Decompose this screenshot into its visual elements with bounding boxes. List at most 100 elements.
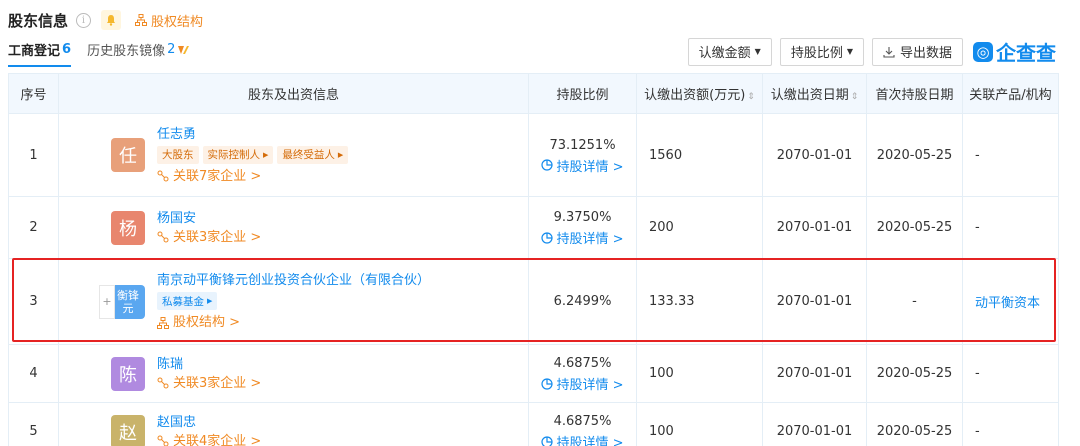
holder-cell: + 衡锋元 南京动平衡锋元创业投资合伙企业（有限合伙） 私募基金 ▶ 股权结构 > <box>58 258 529 345</box>
related-label: 关联4家企业 > <box>173 433 262 446</box>
ratio-cell: 4.6875% 持股详情 > <box>528 344 637 403</box>
avatar-text: 衡锋元 <box>117 288 139 315</box>
row-index: 5 <box>8 402 59 446</box>
amount-cell: 100 <box>636 344 763 403</box>
col-sub-date-label: 认缴出资日期 <box>770 88 849 103</box>
holding-detail-link[interactable]: 持股详情 > <box>529 156 636 175</box>
tag-label: 大股东 <box>162 149 194 161</box>
tab-registration-count: 6 <box>62 42 72 57</box>
related-label: 关联3家企业 > <box>173 229 262 245</box>
col-product: 关联产品/机构 <box>962 73 1059 114</box>
logo-text: 企查查 <box>996 41 1056 65</box>
first-date-cell: - <box>866 258 963 345</box>
expand-button[interactable]: + <box>99 284 115 319</box>
holder-name-link[interactable]: 杨国安 <box>157 209 261 228</box>
holder-name-link[interactable]: 赵国忠 <box>157 413 261 432</box>
equity-structure-label: 股权结构 <box>151 14 204 30</box>
caret-down-icon: ▼ <box>754 47 761 56</box>
first-date-cell: 2020-05-25 <box>866 113 963 197</box>
ratio-sort-button[interactable]: 持股比例 ▼ <box>779 37 864 66</box>
row-index: 1 <box>8 113 59 197</box>
link-icon <box>157 231 169 243</box>
tab-registration-label: 工商登记 <box>8 44 61 59</box>
related-companies-link[interactable]: 关联3家企业 > <box>157 374 261 393</box>
bell-icon[interactable] <box>101 10 122 30</box>
ratio-sort-label: 持股比例 <box>790 46 843 61</box>
row-index: 3 <box>8 258 59 345</box>
holder-name-link[interactable]: 任志勇 <box>157 125 352 144</box>
product-cell: - <box>962 196 1059 259</box>
section-title: 股东信息 <box>8 11 69 30</box>
holder-cell: 赵 赵国忠 关联4家企业 > <box>58 402 529 446</box>
tab-registration[interactable]: 工商登记 6 <box>8 40 72 67</box>
tab-bar: 工商登记 6 历史股东镜像 2 <box>8 40 205 68</box>
sub-date-cell: 2070-01-01 <box>762 196 867 259</box>
caret-right-icon: ▶ <box>263 150 269 159</box>
org-chart-icon <box>157 316 169 329</box>
holding-detail-label: 持股详情 > <box>556 232 624 247</box>
ratio-cell: 73.1251% 持股详情 > <box>528 113 637 197</box>
export-button[interactable]: 导出数据 <box>871 37 963 66</box>
caret-down-icon: ▼ <box>846 47 853 56</box>
tag-label: 最终受益人 <box>282 149 335 161</box>
amount-sort-button[interactable]: 认缴金额 ▼ <box>687 37 772 66</box>
tag-actual-controller[interactable]: 实际控制人 ▶ <box>202 145 274 164</box>
ratio-cell: 9.3750% 持股详情 > <box>528 196 637 259</box>
link-icon <box>157 377 169 389</box>
export-label: 导出数据 <box>899 46 952 61</box>
holder-cell: 陈 陈瑞 关联3家企业 > <box>58 344 529 403</box>
related-companies-link[interactable]: 关联3家企业 > <box>157 228 261 247</box>
product-link[interactable]: 动平衡资本 <box>975 296 1040 311</box>
holding-detail-label: 持股详情 > <box>556 378 624 393</box>
product-cell: - <box>962 113 1059 197</box>
holding-detail-link[interactable]: 持股详情 > <box>529 228 636 247</box>
ratio-value: 4.6875% <box>553 414 612 429</box>
table-row: 2 杨 杨国安 关联3家企业 > 9.3750% 持股详情 > 200 2070… <box>8 196 1059 259</box>
product-cell: - <box>962 402 1059 446</box>
tag-label: 私募基金 <box>162 295 204 308</box>
link-icon <box>157 435 169 446</box>
shareholder-table: 序号 股东及出资信息 持股比例 认缴出资额(万元) ⇕ 认缴出资日期 ⇕ 首次持股日… <box>8 73 1059 446</box>
amount-sort-label: 认缴金额 <box>698 46 751 61</box>
equity-structure-row-link[interactable]: 股权结构 > <box>157 313 430 332</box>
caret-right-icon: ▶ <box>207 297 213 305</box>
first-date-cell: 2020-05-25 <box>866 344 963 403</box>
avatar: 陈 <box>111 356 145 391</box>
amount-cell: 1560 <box>636 113 763 197</box>
pie-icon <box>541 377 554 390</box>
related-label: 关联7家企业 > <box>173 168 262 184</box>
holder-cell: 杨 杨国安 关联3家企业 > <box>58 196 529 259</box>
col-first-date: 首次持股日期 <box>866 73 963 114</box>
org-chart-icon <box>135 14 148 26</box>
link-icon <box>157 170 169 182</box>
equity-structure-link[interactable]: 股权结构 <box>135 11 203 30</box>
related-companies-link[interactable]: 关联7家企业 > <box>157 167 352 186</box>
pie-icon <box>541 435 554 446</box>
avatar: 赵 <box>111 414 145 446</box>
row-index: 2 <box>8 196 59 259</box>
tab-history[interactable]: 历史股东镜像 2 <box>87 40 190 65</box>
related-companies-link[interactable]: 关联4家企业 > <box>157 432 261 446</box>
tag-beneficiary[interactable]: 最终受益人 ▶ <box>277 145 349 164</box>
amount-cell: 100 <box>636 402 763 446</box>
holder-name-link[interactable]: 南京动平衡锋元创业投资合伙企业（有限合伙） <box>157 271 430 290</box>
holding-detail-link[interactable]: 持股详情 > <box>529 432 636 446</box>
ratio-value: 6.2499% <box>553 293 612 309</box>
toolbar: 认缴金额 ▼ 持股比例 ▼ 导出数据 ◎ 企查查 <box>680 37 1056 66</box>
first-date-cell: 2020-05-25 <box>866 402 963 446</box>
info-icon[interactable]: i <box>76 12 92 28</box>
holding-detail-label: 持股详情 > <box>556 436 624 446</box>
col-sub-date[interactable]: 认缴出资日期 ⇕ <box>762 73 867 114</box>
holding-detail-link[interactable]: 持股详情 > <box>529 374 636 393</box>
avatar: 衡锋元 <box>111 284 145 319</box>
tab-history-count: 2 <box>167 42 176 57</box>
related-label: 股权结构 > <box>173 315 241 330</box>
holder-cell: 任 任志勇 大股东 实际控制人 ▶ 最终受益人 ▶ 关联7家企业 > <box>58 113 529 197</box>
tag-private-fund[interactable]: 私募基金 ▶ <box>157 292 218 310</box>
download-icon <box>883 46 895 58</box>
vip-icon <box>178 45 190 54</box>
col-holder: 股东及出资信息 <box>58 73 529 114</box>
caret-right-icon: ▶ <box>337 150 344 159</box>
holder-name-link[interactable]: 陈瑞 <box>157 355 261 374</box>
col-amount[interactable]: 认缴出资额(万元) ⇕ <box>636 73 763 114</box>
